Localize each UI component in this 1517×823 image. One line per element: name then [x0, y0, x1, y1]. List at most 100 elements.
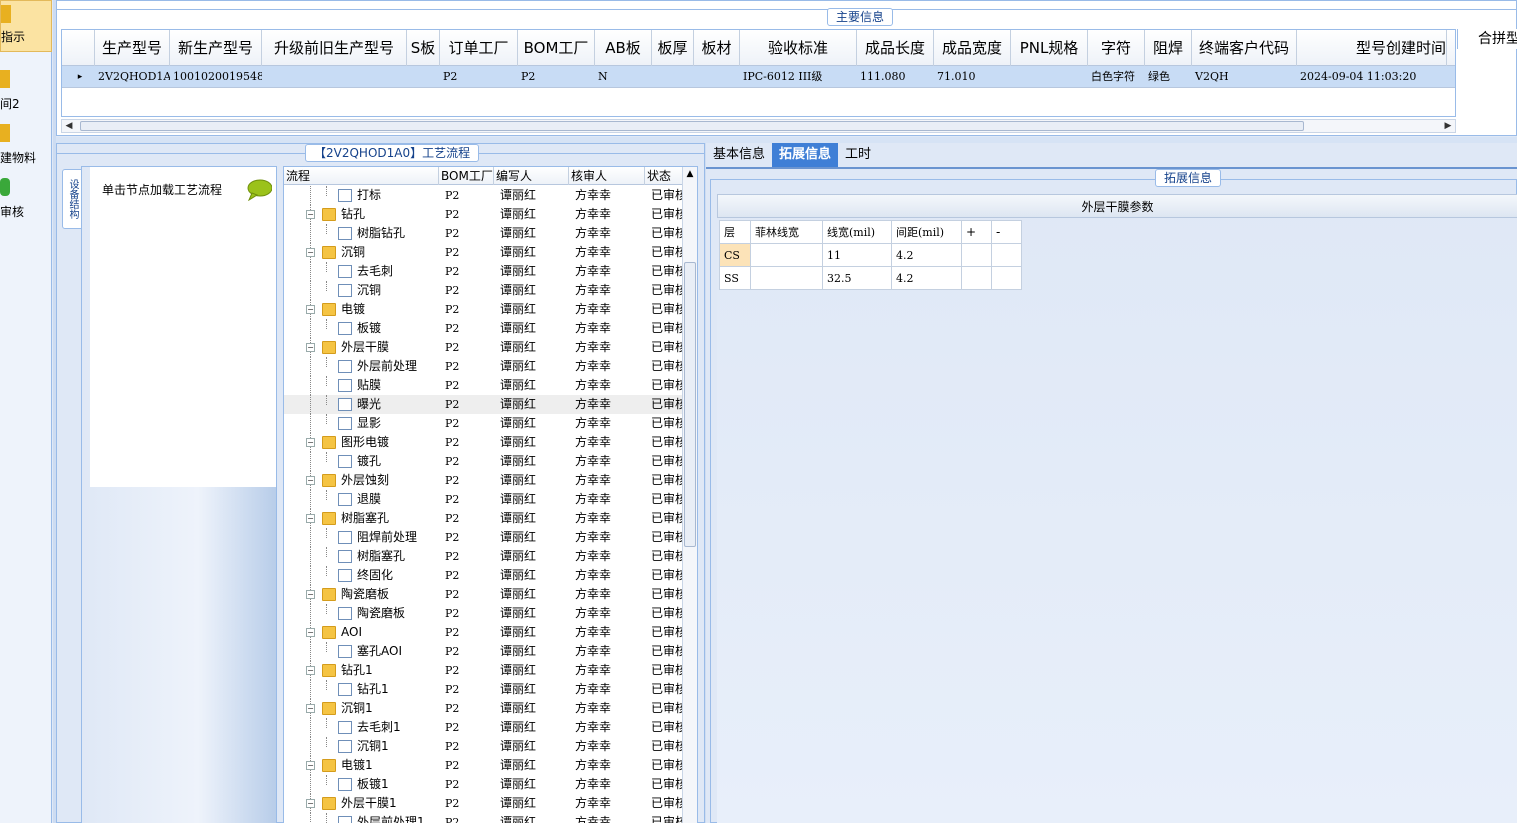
tree-row[interactable]: − 钻孔 P2 谭丽红 方幸幸 已审核 [284, 205, 684, 224]
tree-row[interactable]: 去毛刺1 P2 谭丽红 方幸幸 已审核 [284, 718, 684, 737]
grid-cell[interactable]: 2V2QHOD1A0 [95, 66, 170, 88]
grid-cell[interactable]: 71.010 [934, 66, 1011, 88]
tree-row[interactable]: − 外层蚀刻 P2 谭丽红 方幸幸 已审核 [284, 471, 684, 490]
column-header[interactable]: 成品宽度 [934, 30, 1011, 66]
grid-cell[interactable]: 绿色 [1145, 66, 1192, 88]
tree-row[interactable]: 沉铜1 P2 谭丽红 方幸幸 已审核 [284, 737, 684, 756]
collapse-icon[interactable]: − [306, 799, 315, 808]
grid-cell[interactable] [694, 66, 740, 88]
tree-node[interactable]: 外层前处理 [284, 357, 439, 376]
column-header[interactable]: 生产型号 [95, 30, 170, 66]
tree-row[interactable]: − 沉铜1 P2 谭丽红 方幸幸 已审核 [284, 699, 684, 718]
scroll-thumb[interactable] [684, 262, 696, 547]
collapse-icon[interactable]: − [306, 438, 315, 447]
grid-cell[interactable]: P2 [518, 66, 595, 88]
tree-node[interactable]: 贴膜 [284, 376, 439, 395]
tree-column-header[interactable]: 流程 [284, 167, 439, 185]
grid-row[interactable]: ▸2V2QHOD1A010010200195485P2P2NIPC-6012 I… [62, 66, 1455, 88]
param-cell[interactable]: 11 [822, 243, 892, 267]
grid-horizontal-scrollbar[interactable]: ◀ ▶ [61, 119, 1456, 133]
tree-node[interactable]: − 电镀1 [284, 756, 439, 775]
grid-cell[interactable]: 白色字符 [1088, 66, 1145, 88]
column-header[interactable]: PNL规格 [1011, 30, 1088, 66]
param-cell[interactable]: 4.2 [891, 266, 962, 290]
tree-row[interactable]: 外层前处理1 P2 谭丽红 方幸幸 已审核 [284, 813, 684, 823]
tree-row[interactable]: 板镀1 P2 谭丽红 方幸幸 已审核 [284, 775, 684, 794]
tree-node[interactable]: − 树脂塞孔 [284, 509, 439, 528]
tree-node[interactable]: 终固化 [284, 566, 439, 585]
tree-node[interactable]: 去毛刺1 [284, 718, 439, 737]
tree-row[interactable]: 曝光 P2 谭丽红 方幸幸 已审核 [284, 395, 684, 414]
tree-node[interactable]: − 沉铜1 [284, 699, 439, 718]
column-header[interactable]: 终端客户代码 [1192, 30, 1297, 66]
column-header[interactable]: 阻焊 [1145, 30, 1192, 66]
tree-node[interactable]: 板镀1 [284, 775, 439, 794]
tree-row[interactable]: − 外层干膜 P2 谭丽红 方幸幸 已审核 [284, 338, 684, 357]
tab-work-hours[interactable]: 工时 [838, 143, 878, 167]
merge-column-header[interactable]: 合拼型 [1457, 29, 1517, 49]
tree-node[interactable]: 钻孔1 [284, 680, 439, 699]
collapse-icon[interactable]: − [306, 476, 315, 485]
scroll-thumb[interactable] [80, 121, 1304, 131]
layer-cell[interactable]: SS [719, 266, 751, 290]
layer-cell[interactable]: CS [719, 243, 751, 267]
column-header[interactable]: S板 [407, 30, 440, 66]
equipment-structure-tab[interactable]: 设备结构 [62, 169, 82, 229]
tree-node[interactable]: − 钻孔1 [284, 661, 439, 680]
tree-node[interactable]: − 外层干膜 [284, 338, 439, 357]
column-header[interactable]: 订单工厂 [440, 30, 518, 66]
tree-row[interactable]: 贴膜 P2 谭丽红 方幸幸 已审核 [284, 376, 684, 395]
tree-row[interactable]: − 外层干膜1 P2 谭丽红 方幸幸 已审核 [284, 794, 684, 813]
tree-row[interactable]: 外层前处理 P2 谭丽红 方幸幸 已审核 [284, 357, 684, 376]
nav-item[interactable]: 建物料 [0, 120, 52, 172]
scroll-left-icon[interactable]: ◀ [62, 120, 76, 132]
row-selector-header[interactable] [62, 30, 95, 66]
column-header[interactable]: 字符 [1088, 30, 1145, 66]
tree-row[interactable]: 陶瓷磨板 P2 谭丽红 方幸幸 已审核 [284, 604, 684, 623]
grid-cell[interactable] [1011, 66, 1088, 88]
column-header[interactable]: 成品长度 [857, 30, 934, 66]
tree-node[interactable]: 打标 [284, 186, 439, 205]
collapse-icon[interactable]: − [306, 704, 315, 713]
param-cell[interactable] [991, 266, 1022, 290]
tree-row[interactable]: − 电镀 P2 谭丽红 方幸幸 已审核 [284, 300, 684, 319]
tree-row[interactable]: − 沉铜 P2 谭丽红 方幸幸 已审核 [284, 243, 684, 262]
tree-node[interactable]: 沉铜 [284, 281, 439, 300]
tree-column-header[interactable]: 编写人 [494, 167, 569, 185]
scroll-right-icon[interactable]: ▶ [1441, 120, 1455, 132]
tree-row[interactable]: 去毛刺 P2 谭丽红 方幸幸 已审核 [284, 262, 684, 281]
tree-row[interactable]: 钻孔1 P2 谭丽红 方幸幸 已审核 [284, 680, 684, 699]
tree-row[interactable]: 树脂塞孔 P2 谭丽红 方幸幸 已审核 [284, 547, 684, 566]
tree-node[interactable]: 树脂塞孔 [284, 547, 439, 566]
column-header[interactable]: 板材 [694, 30, 740, 66]
tree-row[interactable]: 阻焊前处理 P2 谭丽红 方幸幸 已审核 [284, 528, 684, 547]
collapse-icon[interactable]: − [306, 248, 315, 257]
grid-cell[interactable] [407, 66, 440, 88]
param-cell[interactable] [961, 243, 992, 267]
column-header[interactable]: AB板 [595, 30, 652, 66]
tree-vertical-scrollbar[interactable]: ▲ [682, 167, 697, 823]
tree-node[interactable]: 曝光 [284, 395, 439, 414]
tree-row[interactable]: − 树脂塞孔 P2 谭丽红 方幸幸 已审核 [284, 509, 684, 528]
tree-node[interactable]: 树脂钻孔 [284, 224, 439, 243]
collapse-icon[interactable]: − [306, 628, 315, 637]
param-table-row[interactable]: SS 32.5 4.2 [719, 266, 1022, 290]
column-header[interactable]: BOM工厂 [518, 30, 595, 66]
tree-node[interactable]: 板镀 [284, 319, 439, 338]
tree-node[interactable]: 陶瓷磨板 [284, 604, 439, 623]
tree-node[interactable]: 阻焊前处理 [284, 528, 439, 547]
tree-node[interactable]: − 沉铜 [284, 243, 439, 262]
param-cell[interactable] [750, 266, 823, 290]
tree-row[interactable]: 树脂钻孔 P2 谭丽红 方幸幸 已审核 [284, 224, 684, 243]
grid-cell[interactable]: V2QH [1192, 66, 1297, 88]
param-cell[interactable] [750, 243, 823, 267]
tree-row[interactable]: 镀孔 P2 谭丽红 方幸幸 已审核 [284, 452, 684, 471]
tree-node[interactable]: − AOI [284, 623, 439, 642]
grid-cell[interactable] [262, 66, 407, 88]
grid-cell[interactable]: IPC-6012 III级 [740, 66, 857, 88]
remove-column-button[interactable]: - [991, 220, 1022, 244]
add-column-button[interactable]: + [961, 220, 992, 244]
nav-item[interactable]: 审核 [0, 174, 52, 226]
tree-row[interactable]: 终固化 P2 谭丽红 方幸幸 已审核 [284, 566, 684, 585]
tree-row[interactable]: 板镀 P2 谭丽红 方幸幸 已审核 [284, 319, 684, 338]
